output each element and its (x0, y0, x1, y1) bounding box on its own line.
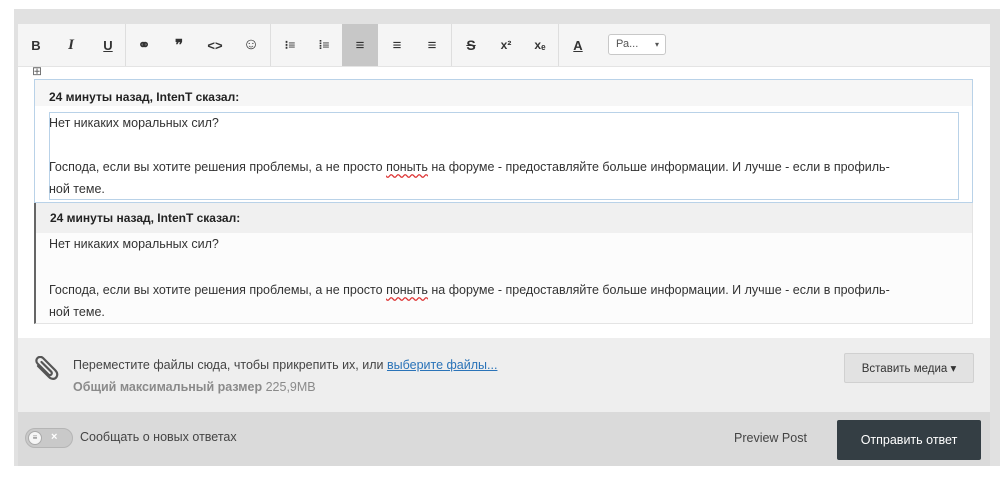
code-button[interactable]: <> (202, 24, 228, 66)
quote-button[interactable]: ❞ (166, 24, 192, 66)
superscript-button[interactable]: x² (493, 24, 519, 66)
toolbar-divider (125, 24, 126, 66)
attach-instructions: Переместите файлы сюда, чтобы прикрепить… (73, 358, 498, 372)
link-icon: ⚭ (137, 37, 151, 54)
editor-toolbar: B I U ⚭ ❞ <> ☺ ⁝≡ ⁞≡ ≡ ≡ ≡ S x² xₑ A Ра.… (18, 24, 990, 67)
strikethrough-button[interactable]: S (458, 24, 484, 66)
numbered-list-icon: ⁞≡ (318, 38, 330, 52)
attachment-area[interactable]: Переместите файлы сюда, чтобы прикрепить… (18, 338, 990, 412)
font-color-button[interactable]: A (565, 24, 591, 66)
align-left-icon: ≡ (355, 36, 365, 54)
notify-label[interactable]: Сообщать о новых ответах (80, 430, 237, 444)
quote-line-1: Нет никаких моральных сил? (49, 237, 219, 251)
quote-line-1: Нет никаких моральных сил? (49, 116, 219, 130)
link-button[interactable]: ⚭ (131, 24, 157, 66)
misspelled-word[interactable]: поныть (386, 160, 428, 174)
align-center-icon: ≡ (392, 36, 402, 54)
bold-button[interactable]: B (23, 24, 49, 66)
chevron-down-icon: ▾ (654, 40, 659, 49)
close-icon: × (51, 431, 58, 443)
code-icon: <> (207, 37, 223, 53)
misspelled-word[interactable]: поныть (386, 283, 428, 297)
notify-toggle[interactable]: ≡ × (25, 428, 73, 448)
toolbar-divider (270, 24, 271, 66)
max-size-info: Общий максимальный размер 225,9MB (73, 380, 316, 394)
quote-line-3: ной теме. (49, 305, 105, 319)
underline-button[interactable]: U (95, 24, 121, 66)
toolbar-divider (451, 24, 452, 66)
quote-author-line: 24 минуты назад, IntenT сказал: (35, 80, 972, 106)
quote-icon: ❞ (174, 37, 184, 54)
quote-editing-block[interactable]: 24 минуты назад, IntenT сказал: Нет ника… (34, 79, 973, 203)
submit-reply-button[interactable]: Отправить ответ (837, 420, 981, 460)
insert-media-button[interactable]: Вставить медиа ▾ (844, 353, 974, 383)
quote-line-2: Господа, если вы хотите решения проблемы… (49, 160, 890, 174)
toolbar-divider (558, 24, 559, 66)
numbered-list-button[interactable]: ⁞≡ (311, 24, 337, 66)
subscript-button[interactable]: xₑ (527, 24, 553, 66)
preview-post-button[interactable]: Preview Post (734, 431, 807, 445)
quote-line-3: ной теме. (49, 182, 105, 196)
toggle-knob-icon: ≡ (28, 431, 42, 445)
quote-block: 24 минуты назад, IntenT сказал: Нет ника… (34, 203, 973, 324)
move-handle-icon[interactable]: ⊞ (32, 64, 42, 78)
align-center-button[interactable]: ≡ (384, 24, 410, 66)
font-size-select[interactable]: Ра... ▾ (608, 34, 666, 55)
align-left-button[interactable]: ≡ (342, 24, 378, 66)
reply-footer: ≡ × Сообщать о новых ответах Preview Pos… (18, 412, 990, 466)
bullet-list-button[interactable]: ⁝≡ (277, 24, 303, 66)
paperclip-icon (35, 356, 59, 380)
quote-author-line: 24 минуты назад, IntenT сказал: (36, 203, 972, 233)
choose-files-link[interactable]: выберите файлы... (387, 358, 497, 372)
italic-button[interactable]: I (58, 24, 84, 66)
smiley-icon: ☺ (242, 36, 260, 53)
quote-line-2: Господа, если вы хотите решения проблемы… (49, 283, 890, 297)
align-right-icon: ≡ (427, 36, 437, 54)
font-size-value: Ра... (616, 38, 639, 50)
bullet-list-icon: ⁝≡ (284, 38, 296, 52)
align-right-button[interactable]: ≡ (419, 24, 445, 66)
emoji-button[interactable]: ☺ (238, 24, 264, 66)
